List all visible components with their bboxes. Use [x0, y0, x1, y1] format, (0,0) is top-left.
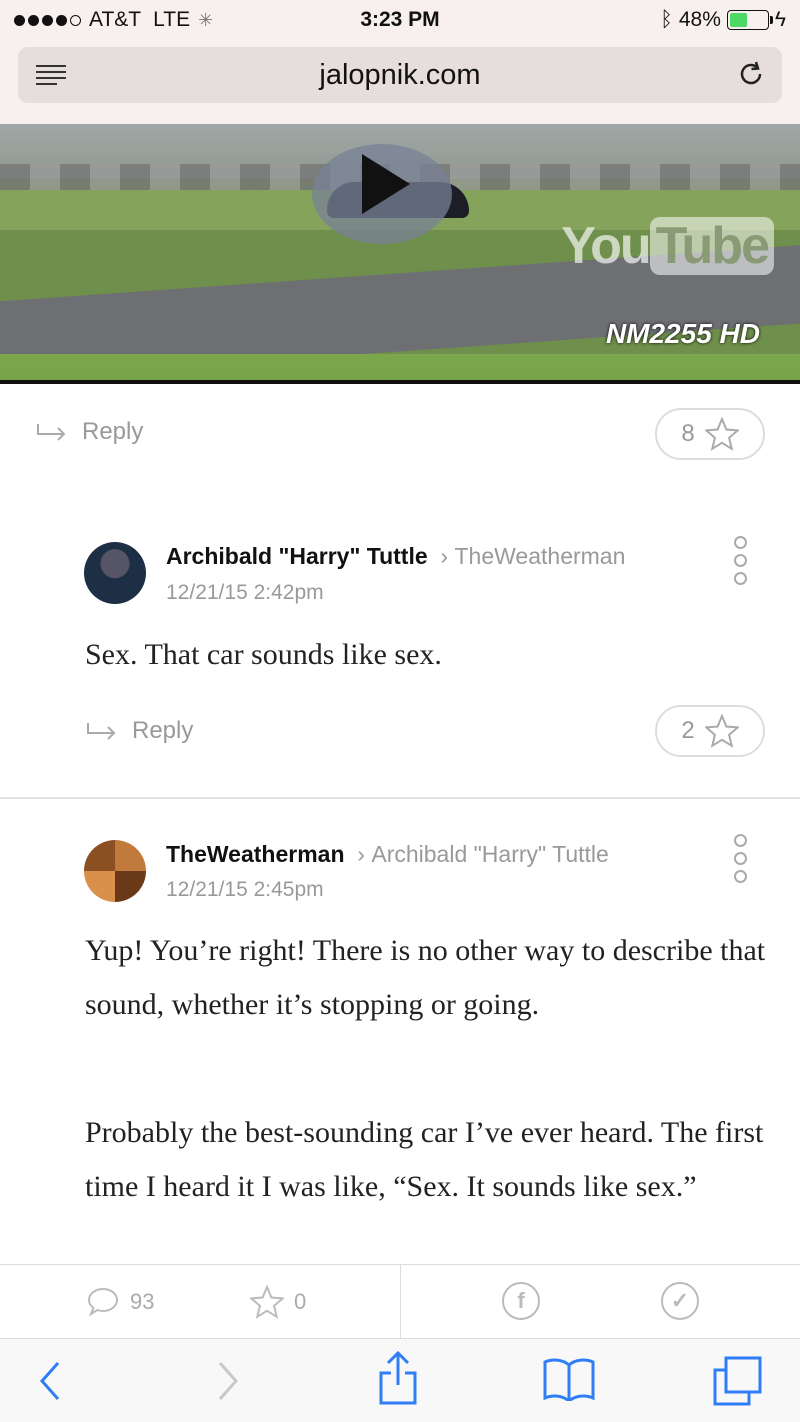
- article-footer: 93 0 f ✓: [0, 1264, 800, 1339]
- twitter-icon: ✓: [661, 1282, 699, 1320]
- comment-paragraph: Probably the best-sounding car I’ve ever…: [85, 1116, 764, 1203]
- avatar[interactable]: [84, 840, 146, 902]
- comment-text: Sex. That car sounds like sex.: [85, 638, 442, 671]
- avatar[interactable]: [84, 542, 146, 604]
- reply-arrow-icon: [37, 424, 66, 441]
- reply-label: Reply: [82, 418, 144, 445]
- reply-button[interactable]: Reply: [86, 717, 193, 745]
- twitter-share-button[interactable]: ✓: [661, 1282, 699, 1320]
- play-button[interactable]: [312, 144, 452, 244]
- more-options-icon[interactable]: [734, 834, 748, 888]
- article-star-button[interactable]: 0: [250, 1285, 306, 1319]
- star-button[interactable]: 8: [655, 408, 765, 460]
- back-icon[interactable]: [38, 1361, 62, 1401]
- reply-arrow-icon: [87, 723, 116, 740]
- star-count: 2: [681, 717, 695, 744]
- comment-paragraph: Yup! You’re right! There is no other way…: [85, 934, 766, 1021]
- comment-bubble-icon: [87, 1287, 119, 1317]
- reload-icon[interactable]: [736, 59, 766, 89]
- comment-divider: [0, 797, 800, 799]
- replying-to-user[interactable]: Archibald "Harry" Tuttle: [371, 841, 608, 867]
- comment-author[interactable]: Archibald "Harry" Tuttle: [166, 543, 428, 569]
- youtube-logo[interactable]: You Tube: [561, 216, 774, 276]
- comment-date[interactable]: 12/21/15 2:45pm: [166, 878, 324, 902]
- forward-icon[interactable]: [216, 1361, 240, 1401]
- reply-to-chevron-icon: ›: [350, 841, 372, 867]
- facebook-share-button[interactable]: f: [502, 1282, 540, 1320]
- star-icon: [704, 714, 739, 748]
- battery-percent: 48%: [678, 8, 721, 31]
- safari-toolbar: [0, 1338, 800, 1422]
- replying-to-user[interactable]: TheWeatherman: [455, 543, 626, 569]
- share-icon[interactable]: [378, 1351, 418, 1405]
- reply-button[interactable]: Reply: [36, 418, 143, 446]
- tabs-icon[interactable]: [712, 1355, 764, 1407]
- battery-icon: [726, 10, 773, 30]
- video-player[interactable]: You Tube NM2255 HD: [0, 124, 800, 384]
- comment-date[interactable]: 12/21/15 2:42pm: [166, 581, 324, 605]
- video-watermark: NM2255 HD: [605, 318, 760, 349]
- bookmarks-icon[interactable]: [542, 1357, 596, 1401]
- bluetooth-icon: ᛒ: [660, 8, 673, 31]
- more-options-icon[interactable]: [734, 536, 748, 590]
- article-star-count: 0: [294, 1289, 307, 1314]
- star-icon: [250, 1285, 284, 1319]
- comment-count: 93: [130, 1289, 155, 1314]
- star-count: 8: [681, 420, 695, 447]
- reply-label: Reply: [132, 717, 194, 744]
- browser-header: jalopnik.com: [0, 40, 800, 124]
- status-bar: AT&T LTE ✳ 3:23 PM ᛒ 48% ϟ: [0, 0, 800, 40]
- comments-count-button[interactable]: 93: [86, 1285, 154, 1319]
- facebook-icon: f: [502, 1282, 540, 1320]
- comment-author[interactable]: TheWeatherman: [166, 841, 345, 867]
- star-button[interactable]: 2: [655, 705, 765, 757]
- charging-icon: ϟ: [774, 8, 786, 31]
- url-text[interactable]: jalopnik.com: [18, 59, 782, 92]
- star-icon: [704, 417, 739, 451]
- reply-to-chevron-icon: ›: [434, 543, 455, 569]
- address-bar[interactable]: jalopnik.com: [18, 47, 782, 103]
